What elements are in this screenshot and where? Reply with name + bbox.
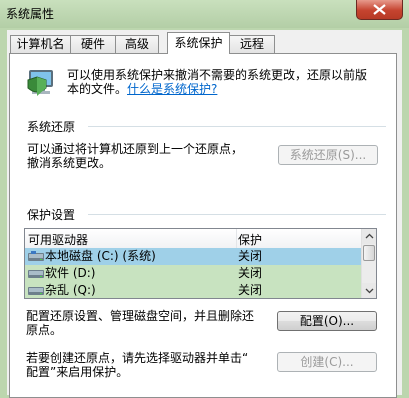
tab-computer-name[interactable]: 计算机名 (10, 35, 71, 53)
title-bar: 系统属性 (0, 0, 409, 28)
drive-list-header: 可用驱动器 保护 (25, 229, 361, 249)
drive-list[interactable]: 可用驱动器 保护 本地磁盘 (C:) (系统) 关闭 软件 (D:) 关闭 杂乱… (24, 228, 377, 299)
configure-desc-line1: 配置还原设置、管理磁盘空间，并且删除还 (26, 309, 255, 323)
drive-row[interactable]: 软件 (D:) 关闭 (25, 265, 361, 282)
drive-icon (28, 270, 44, 278)
restore-desc-line1: 可以通过将计算机还原到上一个还原点， (27, 142, 244, 156)
tab-panel: 可以使用系统保护来撤消不需要的系统更改，还原以前版 本的文件。什么是系统保护? … (9, 53, 397, 398)
drive-row[interactable]: 杂乱 (Q:) 关闭 (25, 282, 361, 298)
intro-text-line2: 本的文件。什么是系统保护? (67, 82, 217, 96)
drive-name: 杂乱 (Q:) (45, 283, 96, 297)
intro-text-prefix: 本的文件。 (67, 82, 128, 96)
close-button[interactable] (356, 0, 403, 20)
tab-label: 高级 (124, 37, 149, 51)
drive-name: 软件 (D:) (45, 266, 96, 280)
create-button[interactable]: 创建(C)... (277, 352, 377, 372)
chevron-down-icon (365, 288, 374, 294)
section-divider (88, 126, 386, 127)
column-header-drive[interactable]: 可用驱动器 (28, 231, 88, 248)
tab-label: 硬件 (80, 37, 105, 51)
configure-desc-line2: 原点。 (26, 323, 63, 337)
window-title: 系统属性 (6, 7, 55, 21)
tab-hardware[interactable]: 硬件 (70, 35, 116, 53)
tab-remote[interactable]: 远程 (229, 35, 275, 53)
what-is-system-protection-link[interactable]: 什么是系统保护? (127, 82, 217, 96)
create-desc-line1: 若要创建还原点，请先选择驱动器并单击“ (26, 351, 249, 365)
computer-shield-icon (27, 70, 53, 96)
intro-text-line1: 可以使用系统保护来撤消不需要的系统更改，还原以前版 (67, 68, 368, 82)
drive-c-icon (28, 251, 44, 261)
system-restore-button[interactable]: 系统还原(S)... (278, 145, 378, 165)
system-restore-title: 系统还原 (27, 120, 76, 134)
drive-row[interactable]: 本地磁盘 (C:) (系统) 关闭 (25, 248, 361, 265)
section-divider (88, 214, 386, 215)
dialog-client: 计算机名 硬件 高级 系统保护 远程 可以使用系统保护来撤消不需要的系统更改，还… (7, 30, 402, 398)
drive-icon (28, 287, 44, 295)
protection-settings-title: 保护设置 (27, 208, 76, 222)
tab-label: 远程 (239, 37, 264, 51)
drive-protection-status: 关闭 (238, 249, 263, 263)
close-icon (373, 4, 386, 15)
column-header-protection[interactable]: 保护 (238, 231, 262, 248)
configure-button[interactable]: 配置(O)... (277, 311, 377, 331)
create-desc-line2: 配置”来启用保护。 (26, 365, 129, 379)
tab-label: 系统保护 (174, 36, 223, 50)
scroll-up-button[interactable] (362, 229, 376, 244)
tab-label: 计算机名 (16, 37, 65, 51)
drive-protection-status: 关闭 (238, 283, 263, 297)
drive-name: 本地磁盘 (C:) (系统) (45, 249, 156, 263)
column-separator[interactable] (236, 229, 237, 248)
tab-advanced[interactable]: 高级 (115, 35, 159, 53)
tab-system-protection[interactable]: 系统保护 (167, 32, 230, 54)
chevron-up-icon (365, 233, 374, 239)
drive-protection-status: 关闭 (238, 266, 263, 280)
scroll-down-button[interactable] (362, 283, 376, 298)
scroll-thumb[interactable] (363, 245, 375, 261)
restore-desc-line2: 撤消系统更改。 (27, 156, 112, 170)
drive-list-scrollbar[interactable] (361, 229, 376, 298)
